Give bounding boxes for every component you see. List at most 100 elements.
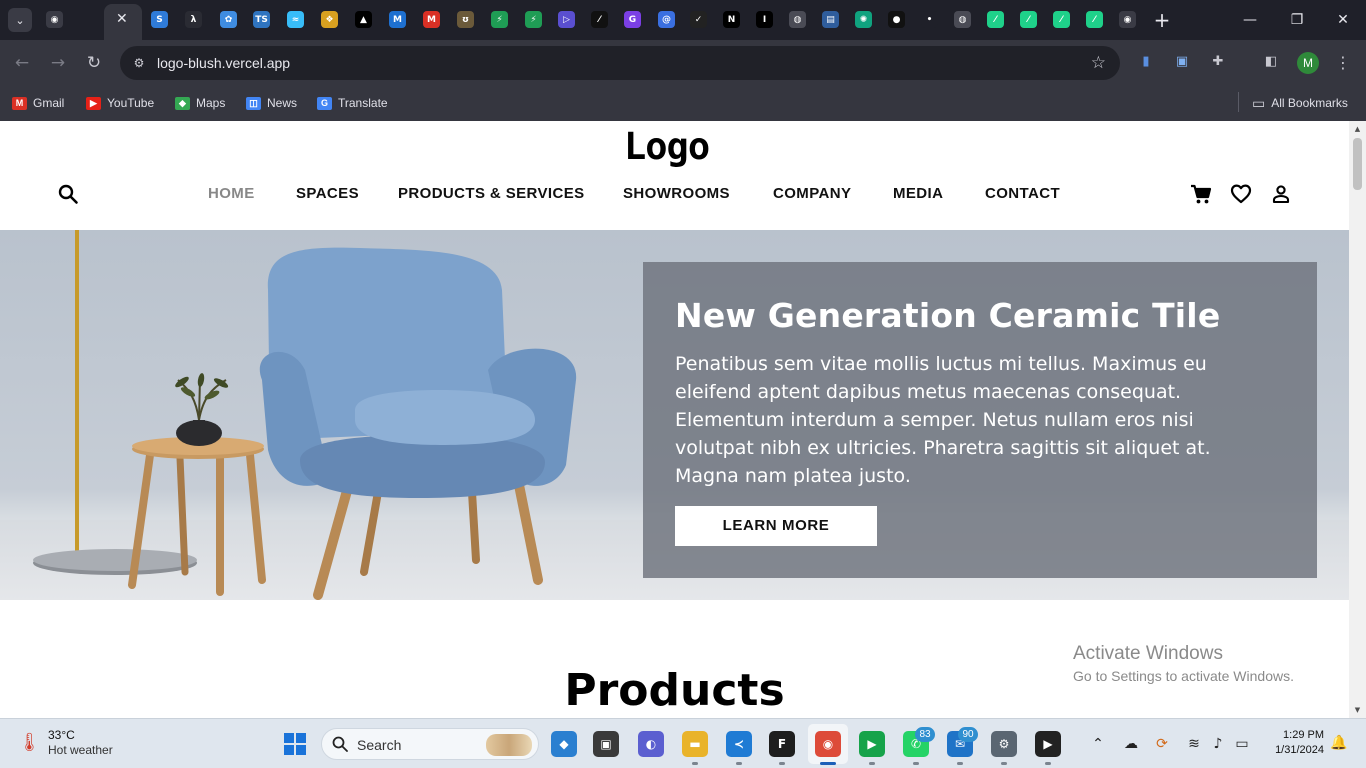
forward-arrow-icon[interactable]: →	[46, 51, 70, 75]
notification-bell-icon[interactable]: 🔔	[1330, 735, 1347, 751]
blue-s-icon[interactable]: S	[151, 11, 168, 28]
nav-media[interactable]: MEDIA	[893, 185, 943, 203]
extension-screen-icon[interactable]: ▣	[1172, 52, 1192, 72]
reload-icon[interactable]: ↻	[82, 51, 106, 75]
copilot-icon[interactable]: ◆	[551, 731, 577, 757]
blue-c-icon[interactable]: @	[658, 11, 675, 28]
doc-icon[interactable]: ▤	[822, 11, 839, 28]
dot-icon[interactable]: •	[921, 11, 938, 28]
new-tab-button[interactable]: +	[1150, 8, 1174, 32]
globe-icon[interactable]: ◍	[789, 11, 806, 28]
gmail-icon: M	[12, 96, 27, 110]
site-info-icon[interactable]: ⚙	[130, 54, 148, 72]
eye-icon[interactable]: ●	[888, 11, 905, 28]
nav-contact[interactable]: CONTACT	[985, 185, 1060, 203]
minimize-button[interactable]: —	[1235, 6, 1265, 34]
cart-icon[interactable]	[1190, 183, 1212, 205]
bookmark-news[interactable]: ◫ News	[246, 93, 297, 113]
profile-avatar[interactable]: M	[1297, 52, 1319, 74]
tab-search-button[interactable]: ⌄	[8, 8, 32, 32]
side-panel-icon[interactable]: ◧	[1261, 52, 1281, 72]
chat-icon[interactable]: ◐	[638, 731, 664, 757]
user-icon[interactable]	[1270, 183, 1292, 205]
close-window-button[interactable]: ✕	[1328, 6, 1358, 34]
youtube-icon: ▶	[86, 96, 101, 110]
green-slash-icon[interactable]: ⁄	[1020, 11, 1037, 28]
windows-start-icon[interactable]	[284, 733, 306, 755]
scroll-down-arrow-icon[interactable]: ▼	[1353, 706, 1362, 715]
bookmark-star-icon[interactable]: ☆	[1091, 53, 1106, 73]
restore-button[interactable]: ❐	[1282, 6, 1312, 34]
extension-doc-icon[interactable]: ▮	[1136, 52, 1156, 72]
all-bookmarks[interactable]: ▭ All Bookmarks	[1252, 93, 1348, 113]
tailwind-icon[interactable]: ≈	[287, 11, 304, 28]
chrome-icon[interactable]: ◉	[1119, 11, 1136, 28]
volume-icon[interactable]: ♪	[1208, 734, 1228, 754]
play-icon[interactable]: ▷	[558, 11, 575, 28]
sync-icon[interactable]: ⟳	[1152, 734, 1172, 754]
url-text[interactable]: logo-blush.vercel.app	[157, 54, 290, 72]
figma-icon[interactable]: F	[769, 731, 795, 757]
green-slash-icon[interactable]: ⁄	[1086, 11, 1103, 28]
onedrive-cloud-icon[interactable]: ☁	[1121, 734, 1141, 754]
file-explorer-icon[interactable]: ▬	[682, 731, 708, 757]
heart-icon[interactable]	[1230, 183, 1252, 205]
green-slash-icon[interactable]: ⁄	[1053, 11, 1070, 28]
extensions-puzzle-icon[interactable]: ✚	[1208, 52, 1228, 72]
chrome-icon[interactable]: ◉	[46, 11, 63, 28]
address-bar[interactable]: ⚙ logo-blush.vercel.app ☆	[120, 46, 1120, 80]
check-circle-icon[interactable]: ✓	[690, 11, 707, 28]
gmail-icon[interactable]: M	[423, 11, 440, 28]
clock-date: 1/31/2024	[1275, 744, 1324, 756]
green-bolt-icon[interactable]: ⚡	[491, 11, 508, 28]
nextjs-icon[interactable]: N	[723, 11, 740, 28]
close-tab-icon[interactable]: ✕	[116, 11, 128, 28]
bookmark-gmail[interactable]: M Gmail	[12, 93, 64, 113]
dev-icon[interactable]: λ	[185, 11, 202, 28]
scroll-up-arrow-icon[interactable]: ▲	[1353, 125, 1362, 134]
bookmark-maps[interactable]: ◆ Maps	[175, 93, 225, 113]
vscode-icon[interactable]: ≺	[726, 731, 752, 757]
meet-icon[interactable]: ▶	[859, 731, 885, 757]
taskbar-search[interactable]: Search	[321, 728, 539, 760]
nav-products-services[interactable]: PRODUCTS & SERVICES	[398, 185, 585, 203]
chrome-icon[interactable]: ◉	[815, 731, 841, 757]
bear-icon[interactable]: ʊ	[457, 11, 474, 28]
media-player-icon[interactable]: ▶	[1035, 731, 1061, 757]
vercel-icon[interactable]: ▲	[355, 11, 372, 28]
nav-showrooms[interactable]: SHOWROOMS	[623, 185, 730, 203]
system-clock[interactable]: 1:29 PM 1/31/2024	[1262, 728, 1324, 758]
purple-g-icon[interactable]: G	[624, 11, 641, 28]
running-indicator	[913, 762, 919, 765]
nav-spaces[interactable]: SPACES	[296, 185, 359, 203]
armchair-photo	[33, 230, 577, 600]
green-slash-icon[interactable]: ⁄	[987, 11, 1004, 28]
active-app-indicator	[820, 762, 836, 765]
blue-tool-icon[interactable]: ✿	[220, 11, 237, 28]
settings-icon[interactable]: ⚙	[991, 731, 1017, 757]
battery-icon[interactable]: ▭	[1232, 734, 1252, 754]
i-icon[interactable]: I	[756, 11, 773, 28]
site-logo[interactable]: Logo	[624, 126, 710, 168]
green-bolt-icon[interactable]: ⚡	[525, 11, 542, 28]
all-bookmarks-label: All Bookmarks	[1271, 96, 1348, 110]
bookmark-youtube[interactable]: ▶ YouTube	[86, 93, 154, 113]
weather-widget[interactable]: 🌡 33°C Hot weather	[18, 728, 113, 758]
openai-icon[interactable]: ✺	[855, 11, 872, 28]
bookmark-translate[interactable]: G Translate	[317, 93, 388, 113]
more-menu-icon[interactable]: ⋮	[1335, 52, 1351, 74]
back-arrow-icon[interactable]: ←	[10, 51, 34, 75]
multicolor-icon[interactable]: ❖	[321, 11, 338, 28]
globe-icon[interactable]: ◍	[954, 11, 971, 28]
slash-icon[interactable]: ⁄	[591, 11, 608, 28]
task-view-icon[interactable]: ▣	[593, 731, 619, 757]
chevron-up-icon[interactable]: ⌃	[1088, 734, 1108, 754]
nav-company[interactable]: COMPANY	[773, 185, 851, 203]
page-scrollbar[interactable]: ▲ ▼	[1349, 121, 1366, 718]
wifi-icon[interactable]: ≋	[1184, 734, 1204, 754]
scroll-thumb[interactable]	[1353, 138, 1362, 190]
mui-icon[interactable]: M	[389, 11, 406, 28]
nav-home[interactable]: HOME	[208, 185, 255, 203]
learn-more-button[interactable]: LEARN MORE	[675, 506, 877, 546]
typescript-icon[interactable]: TS	[253, 11, 270, 28]
